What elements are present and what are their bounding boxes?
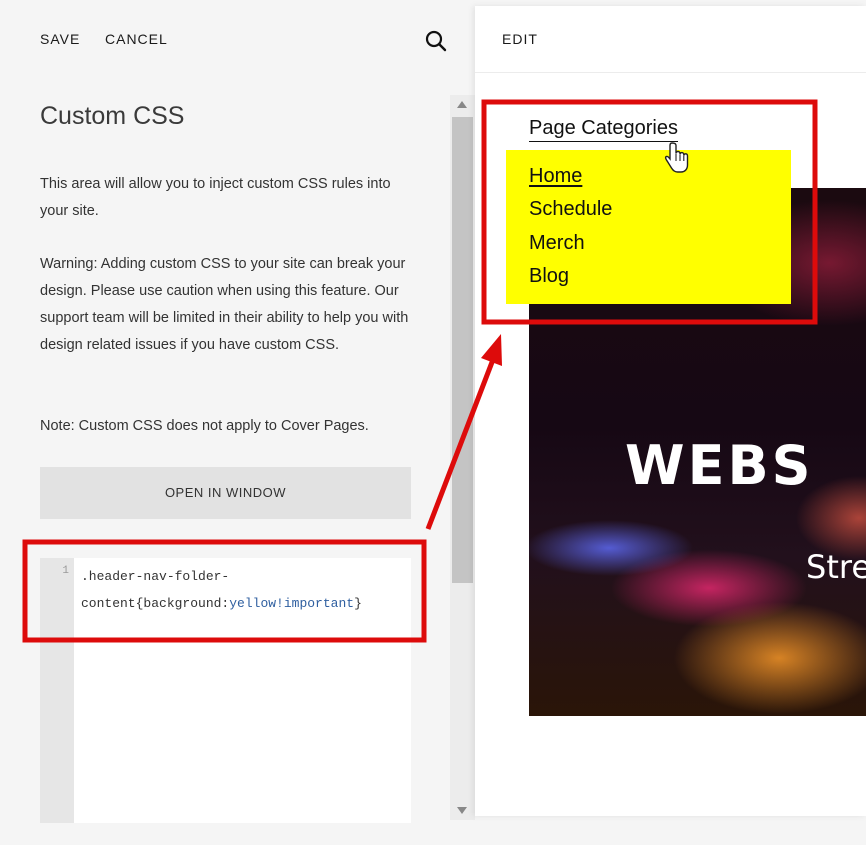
hero-title: WEBS — [625, 434, 814, 497]
save-button[interactable]: SAVE — [40, 31, 80, 47]
hand-pointer-icon — [664, 142, 689, 173]
preview-toolbar: EDIT — [475, 6, 866, 73]
code-value: yellow!important — [229, 596, 355, 611]
nav-link-blog[interactable]: Blog — [529, 265, 569, 288]
line-number: 1 — [62, 565, 69, 577]
cancel-button[interactable]: CANCEL — [105, 31, 168, 47]
description-text: This area will allow you to inject custo… — [40, 176, 391, 219]
edit-button[interactable]: EDIT — [502, 31, 538, 47]
hero-subtitle: Stre — [806, 548, 866, 586]
code-property: content{background: — [81, 596, 230, 611]
warning-text: Warning: Adding custom CSS to your site … — [40, 256, 409, 353]
open-in-window-button[interactable]: OPEN IN WINDOW — [40, 467, 411, 519]
nav-link-schedule[interactable]: Schedule — [529, 198, 612, 221]
nav-link-merch[interactable]: Merch — [529, 232, 585, 255]
nav-folder-title[interactable]: Page Categories — [529, 117, 678, 142]
nav-folder-dropdown: Home Schedule Merch Blog — [506, 150, 791, 304]
code-content[interactable]: .header-nav-folder-content{background:ye… — [81, 563, 401, 617]
scroll-down-icon[interactable] — [457, 807, 467, 814]
css-code-editor[interactable]: 1 .header-nav-folder-content{background:… — [40, 558, 411, 823]
scroll-up-icon[interactable] — [457, 101, 467, 108]
custom-css-panel: SAVE CANCEL Custom CSS This area will al… — [0, 0, 475, 845]
code-close: } — [354, 596, 362, 611]
search-icon — [425, 30, 447, 52]
search-button[interactable] — [424, 29, 448, 53]
code-selector: .header-nav-folder- — [81, 569, 230, 584]
note-text: Note: Custom CSS does not apply to Cover… — [40, 418, 369, 434]
site-preview: EDIT WEBS Stre Page Categories Home Sche… — [475, 6, 866, 816]
page-title: Custom CSS — [40, 102, 185, 130]
nav-link-home[interactable]: Home — [529, 165, 582, 188]
line-gutter: 1 — [40, 558, 74, 823]
panel-scrollbar[interactable] — [450, 95, 475, 820]
scrollbar-thumb[interactable] — [452, 117, 473, 583]
